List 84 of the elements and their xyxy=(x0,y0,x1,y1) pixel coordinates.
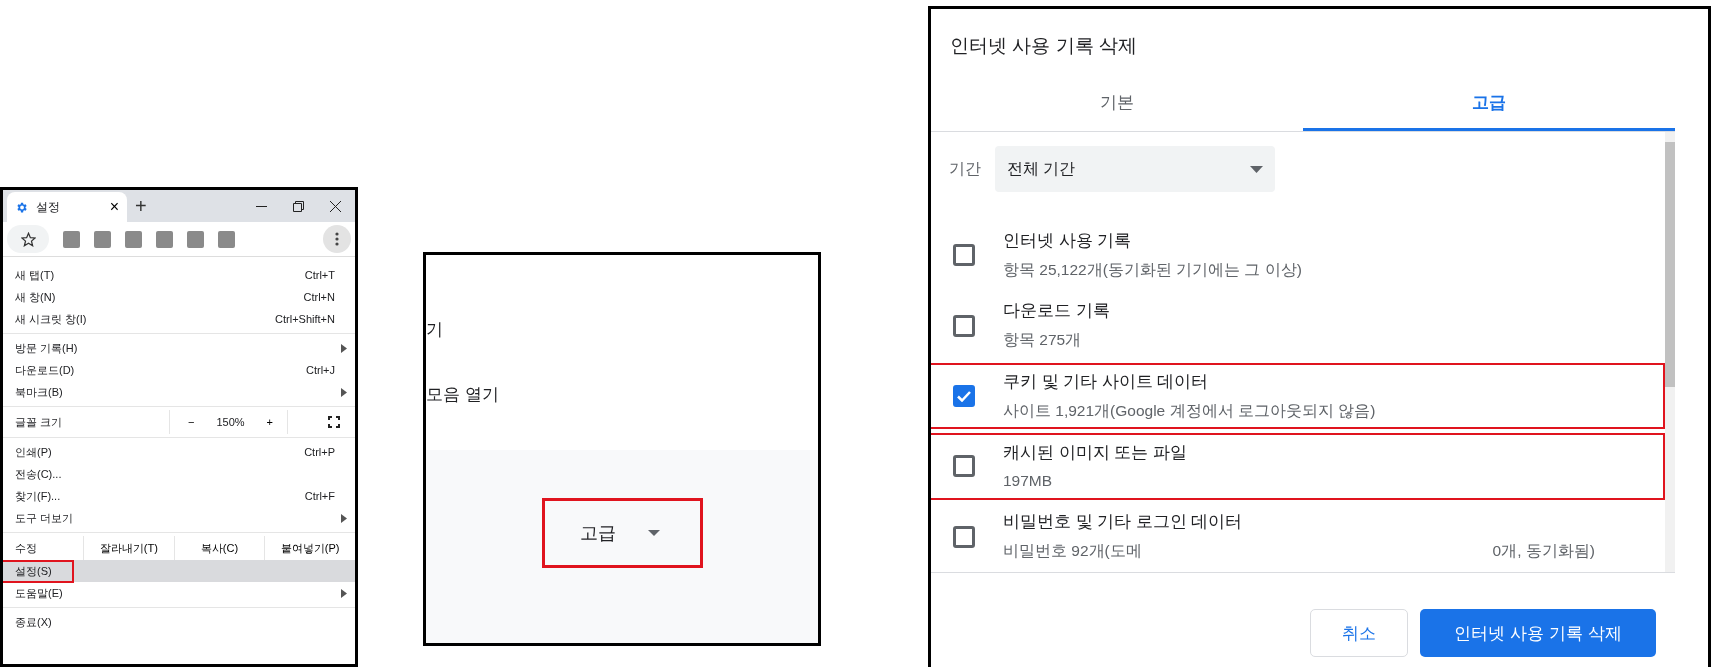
extension-icon[interactable] xyxy=(125,230,142,248)
menu-label: 새 탭(T) xyxy=(14,267,56,283)
check-icon xyxy=(957,390,971,402)
option-detail: 사이트 1,921개(Google 계정에서 로그아웃되지 않음) xyxy=(1003,400,1376,421)
menu-label: 설정(S) xyxy=(3,561,72,581)
shortcut-text: Ctrl+Shift+N xyxy=(275,313,335,325)
menu-item[interactable]: 도움말(E) xyxy=(3,582,355,604)
menu-label: 찾기(F)... xyxy=(14,488,62,504)
cancel-button[interactable]: 취소 xyxy=(1310,609,1408,657)
option-title: 인터넷 사용 기록 xyxy=(1003,229,1133,251)
page-text: 기 xyxy=(426,319,443,341)
zoom-out-button[interactable]: − xyxy=(188,416,195,428)
option-detail: 항목 275개 xyxy=(1003,330,1082,351)
scrollbar[interactable] xyxy=(1665,132,1675,572)
checkbox[interactable] xyxy=(953,385,975,407)
dialog-tab[interactable]: 기본 xyxy=(931,77,1303,131)
extension-icon[interactable] xyxy=(156,230,173,248)
checkbox[interactable] xyxy=(953,455,975,478)
option-detail: 비밀번호 92개(도메 xyxy=(1003,541,1142,562)
menu-item[interactable]: 새 시크릿 창(I) Ctrl+Shift+N xyxy=(3,308,355,330)
star-icon[interactable] xyxy=(20,231,36,247)
close-icon[interactable] xyxy=(330,200,341,212)
menu-item[interactable]: 찾기(F)... Ctrl+F xyxy=(3,485,355,507)
restore-icon[interactable] xyxy=(293,200,304,212)
menu-label: 종료(X) xyxy=(14,614,53,630)
menu-label: 새 창(N) xyxy=(14,289,57,305)
menu-item[interactable]: 방문 기록(H) xyxy=(3,337,355,359)
field-label: 기간 xyxy=(949,158,981,179)
menu-label: 도움말(E) xyxy=(14,585,64,601)
shortcut-text: Ctrl+T xyxy=(304,269,335,281)
menu-item[interactable]: 도구 더보기 xyxy=(3,507,355,529)
menu-item[interactable]: 인쇄(P) Ctrl+P xyxy=(3,441,355,463)
option-detail: 197MB xyxy=(1003,472,1053,491)
menu-label: 방문 기록(H) xyxy=(14,340,79,356)
shortcut-text: Ctrl+F xyxy=(304,490,335,502)
checkbox[interactable] xyxy=(953,314,975,337)
menu-label: 새 시크릿 창(I) xyxy=(14,311,88,327)
new-tab-button[interactable]: + xyxy=(135,195,147,218)
zoom-level: 150% xyxy=(216,416,245,428)
tab-close-button[interactable]: × xyxy=(109,198,119,216)
caret-icon xyxy=(647,530,660,536)
browser-tab[interactable]: 설정 × xyxy=(7,192,127,222)
option-detail: 항목 25,122개(동기화된 기기에는 그 이상) xyxy=(1003,259,1302,280)
more-icon xyxy=(335,232,339,246)
option-title: 다운로드 기록 xyxy=(1003,300,1111,322)
option-detail: 0개, 동기화됨) xyxy=(1492,541,1595,562)
menu-item[interactable]: 새 창(N) Ctrl+N xyxy=(3,286,355,308)
menu-label: 도구 더보기 xyxy=(14,510,75,526)
caret-icon xyxy=(1250,165,1263,173)
menu-label: 전송(C)... xyxy=(14,466,63,482)
option-title: 쿠키 및 기타 사이트 데이터 xyxy=(1003,370,1210,392)
advanced-button[interactable]: 고급 xyxy=(541,498,703,568)
menu-label: 수정 xyxy=(14,540,38,556)
zoom-in-button[interactable]: + xyxy=(266,416,273,428)
menu-item[interactable]: 새 탭(T) Ctrl+T xyxy=(3,264,355,286)
extension-icon[interactable] xyxy=(187,230,204,248)
dialog-tab[interactable]: 고급 xyxy=(1303,77,1675,131)
shortcut-text: Ctrl+P xyxy=(304,446,335,458)
page-text: 모음 열기 xyxy=(426,384,499,406)
option-title: 캐시된 이미지 또는 파일 xyxy=(1003,442,1188,464)
extension-icon[interactable] xyxy=(218,230,235,248)
menu-item[interactable]: 종료(X) xyxy=(3,611,355,633)
checkbox[interactable] xyxy=(953,525,975,548)
menu-item[interactable]: 다운로드(D) Ctrl+J xyxy=(3,359,355,381)
tab-title: 설정 xyxy=(36,198,61,216)
menu-item[interactable]: 설정(S) xyxy=(3,560,355,582)
menu-button[interactable] xyxy=(323,225,351,253)
shortcut-text: Ctrl+N xyxy=(303,291,335,303)
dialog-title: 인터넷 사용 기록 삭제 xyxy=(950,35,1137,56)
menu-label: 인쇄(P) xyxy=(14,444,53,460)
menu-label: 북마크(B) xyxy=(14,384,64,400)
time-range-dropdown[interactable]: 전체 기간 xyxy=(995,146,1275,192)
shortcut-text: Ctrl+J xyxy=(305,364,335,376)
extension-icon[interactable] xyxy=(94,230,111,248)
option-title: 비밀번호 및 기타 로그인 데이터 xyxy=(1003,511,1244,533)
gear-icon xyxy=(15,200,28,214)
extension-icon[interactable] xyxy=(63,230,80,248)
menu-item[interactable]: 북마크(B) xyxy=(3,381,355,403)
delete-button[interactable]: 인터넷 사용 기록 삭제 xyxy=(1420,609,1656,657)
menu-label: 글꼴 크기 xyxy=(15,414,64,430)
fullscreen-icon[interactable] xyxy=(328,416,340,428)
menu-label: 다운로드(D) xyxy=(14,362,76,378)
menu-item[interactable]: 전송(C)... xyxy=(3,463,355,485)
checkbox[interactable] xyxy=(953,244,975,267)
